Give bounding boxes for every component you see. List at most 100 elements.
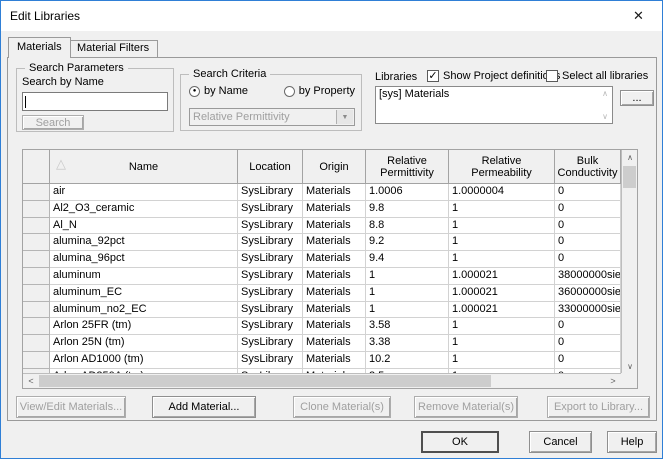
header-origin[interactable]: Origin (303, 150, 366, 184)
table-row[interactable]: alumina_96pct SysLibrary Materials 9.4 1 0 (23, 251, 621, 268)
header-bulk-conductivity[interactable]: Bulk Conductivity (555, 150, 621, 184)
header-relative-permittivity[interactable]: Relative Permittivity (366, 150, 449, 184)
header-name[interactable]: △ Name (50, 150, 238, 184)
row-selector-cell[interactable] (23, 234, 50, 252)
ok-button[interactable]: OK (421, 431, 499, 453)
cell-conductivity: 0 (555, 234, 621, 252)
cancel-button[interactable]: Cancel (529, 431, 592, 453)
cell-permittivity: 1 (366, 301, 449, 319)
row-selector-cell[interactable] (23, 251, 50, 268)
horizontal-scrollbar[interactable]: < > (23, 373, 621, 388)
libraries-list[interactable]: [sys] Materials ∧ ∨ (375, 86, 613, 124)
table-row[interactable]: Al2_O3_ceramic SysLibrary Materials 9.8 1 0 (23, 200, 621, 218)
cell-permittivity: 1.0006 (366, 184, 449, 201)
titlebar[interactable]: Edit Libraries (1, 1, 662, 31)
view-edit-materials-button[interactable]: View/Edit Materials... (16, 396, 126, 418)
cell-location: SysLibrary (238, 301, 303, 319)
show-project-definitions-checkbox[interactable]: ✓ Show Project definitions (427, 70, 560, 82)
search-input[interactable] (22, 92, 168, 111)
cell-origin: Materials (303, 335, 366, 352)
radio-by-property[interactable]: by Property (283, 85, 355, 97)
search-button[interactable]: Search (22, 115, 84, 130)
header-relative-permeability[interactable]: Relative Permeability (449, 150, 555, 184)
search-criteria-label: Search Criteria (189, 68, 271, 80)
header-permittivity-line2: Permittivity (380, 166, 434, 179)
cell-permittivity: 9.4 (366, 251, 449, 268)
cell-location: SysLibrary (238, 267, 303, 285)
cell-name: aluminum_EC (50, 284, 238, 302)
table-row[interactable]: aluminum SysLibrary Materials 1 1.000021 3800… (23, 267, 621, 285)
row-selector-cell[interactable] (23, 184, 50, 201)
cell-origin: Materials (303, 267, 366, 285)
scroll-down-icon[interactable]: ∨ (602, 112, 608, 121)
libraries-list-scrollbar[interactable]: ∧ ∨ (598, 87, 612, 123)
header-location[interactable]: Location (238, 150, 303, 184)
row-selector-cell[interactable] (23, 318, 50, 336)
clone-materials-button[interactable]: Clone Material(s) (293, 396, 391, 418)
cell-conductivity: 0 (555, 318, 621, 336)
browse-libraries-button[interactable]: ... (620, 90, 654, 106)
materials-tab-page: Search Parameters Search by Name Search … (7, 57, 657, 421)
horizontal-scroll-thumb[interactable] (39, 375, 491, 387)
cell-location: SysLibrary (238, 284, 303, 302)
property-dropdown[interactable]: Relative Permittivity ▼ (189, 108, 355, 126)
table-row[interactable]: aluminum_EC SysLibrary Materials 1 1.000021 3… (23, 284, 621, 302)
table-row[interactable]: alumina_92pct SysLibrary Materials 9.2 1 0 (23, 234, 621, 252)
chevron-down-icon[interactable]: ▼ (336, 110, 353, 124)
cell-permittivity: 1 (366, 267, 449, 285)
library-list-item[interactable]: [sys] Materials (376, 87, 612, 101)
table-row[interactable]: air SysLibrary Materials 1.0006 1.0000004 0 (23, 184, 621, 201)
scroll-left-icon[interactable]: < (23, 374, 39, 388)
tab-material-filters[interactable]: Material Filters (68, 40, 159, 57)
help-button[interactable]: Help (607, 431, 657, 453)
remove-materials-button[interactable]: Remove Material(s) (414, 396, 518, 418)
table-row[interactable]: Arlon AD1000 (tm) SysLibrary Materials 10.2… (23, 351, 621, 369)
cell-origin: Materials (303, 284, 366, 302)
row-selector-cell[interactable] (23, 351, 50, 369)
row-selector-cell[interactable] (23, 267, 50, 285)
header-bulk-line1: Bulk (576, 154, 599, 167)
table-row[interactable]: aluminum_no2_EC SysLibrary Materials 1 1.000… (23, 301, 621, 319)
sort-ascending-icon[interactable]: △ (56, 157, 66, 170)
table-row[interactable]: Al_N SysLibrary Materials 8.8 1 0 (23, 217, 621, 235)
cell-location: SysLibrary (238, 234, 303, 252)
radio-by-name[interactable]: ● by Name (189, 85, 248, 97)
cell-conductivity: 33000000siemens/m (555, 301, 621, 319)
cell-permeability: 1.000021 (449, 267, 555, 285)
cell-permeability: 1 (449, 335, 555, 352)
row-selector-cell[interactable] (23, 301, 50, 319)
add-material-button[interactable]: Add Material... (152, 396, 256, 418)
table-body: air SysLibrary Materials 1.0006 1.0000004 0 Al… (23, 184, 621, 369)
vertical-scroll-thumb[interactable] (623, 166, 636, 188)
row-selector-cell[interactable] (23, 200, 50, 218)
scroll-up-icon[interactable]: ∧ (622, 150, 638, 165)
scroll-up-icon[interactable]: ∧ (602, 89, 608, 98)
cell-permittivity: 9.8 (366, 200, 449, 218)
materials-table: △ Name Location Origin Relative Permitti… (22, 149, 638, 389)
cell-permittivity: 3.38 (366, 335, 449, 352)
vertical-scrollbar[interactable]: ∧ ∨ (621, 150, 637, 374)
scroll-right-icon[interactable]: > (605, 374, 621, 388)
close-icon[interactable]: ✕ (616, 2, 661, 30)
select-all-libraries-label: Select all libraries (562, 70, 649, 82)
row-selector-cell[interactable] (23, 284, 50, 302)
cell-permeability: 1.0000004 (449, 184, 555, 201)
cell-conductivity: 0 (555, 335, 621, 352)
cell-name: Arlon AD1000 (tm) (50, 351, 238, 369)
header-row-selector[interactable] (23, 150, 50, 184)
row-selector-cell[interactable] (23, 217, 50, 235)
cell-location: SysLibrary (238, 251, 303, 268)
header-name-label: Name (128, 160, 159, 173)
select-all-libraries-checkbox[interactable]: Select all libraries (546, 70, 648, 82)
tab-materials[interactable]: Materials (8, 37, 71, 58)
table-row[interactable]: Arlon 25FR (tm) SysLibrary Materials 3.58 1 0 (23, 318, 621, 336)
radio-by-name-label: by Name (204, 85, 249, 97)
export-to-library-button[interactable]: Export to Library... (547, 396, 650, 418)
table-header: △ Name Location Origin Relative Permitti… (23, 150, 621, 184)
header-bulk-inner: Bulk Conductivity (555, 154, 620, 179)
row-selector-cell[interactable] (23, 335, 50, 352)
scroll-down-icon[interactable]: ∨ (622, 359, 638, 374)
cell-name: Al2_O3_ceramic (50, 200, 238, 218)
table-row[interactable]: Arlon 25N (tm) SysLibrary Materials 3.38 1 0 (23, 335, 621, 352)
cell-permeability: 1 (449, 318, 555, 336)
